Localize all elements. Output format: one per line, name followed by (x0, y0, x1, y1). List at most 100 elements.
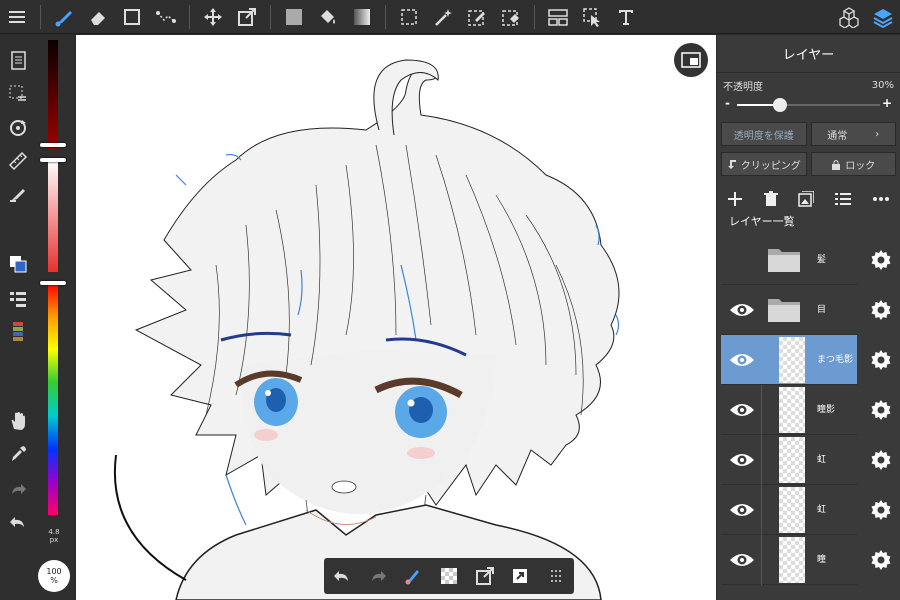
redo-icon[interactable] (4, 475, 32, 503)
brush-tool-icon[interactable] (401, 564, 425, 588)
transparent-color-icon[interactable] (437, 564, 461, 588)
layer-list-icon[interactable] (835, 192, 852, 206)
eye-icon[interactable] (729, 350, 755, 370)
lock-label: ロック (845, 160, 876, 172)
magic-wand-icon[interactable] (426, 0, 460, 34)
opacity-value: 30% (871, 79, 894, 91)
brush-opacity-circle[interactable]: 100 % (38, 560, 70, 592)
chevron-right-icon: › (875, 128, 880, 140)
operation-tool-icon[interactable] (575, 0, 609, 34)
gear-icon[interactable] (869, 348, 893, 372)
opacity-increase-button[interactable]: + (882, 96, 892, 110)
gear-icon[interactable] (869, 398, 893, 422)
brush-settings-icon[interactable] (4, 180, 32, 208)
more-options-icon[interactable] (872, 196, 890, 202)
opacity-decrease-button[interactable]: - (725, 96, 730, 110)
clip-indicator (761, 535, 762, 585)
layer-item-selected[interactable]: まつ毛影 (721, 335, 896, 385)
protect-alpha-button[interactable]: 透明度を保護 (721, 122, 807, 146)
bucket-tool-icon[interactable] (311, 0, 345, 34)
gear-icon[interactable] (869, 298, 893, 322)
layer-thumbnail (779, 437, 805, 483)
opacity-knob[interactable] (772, 98, 787, 112)
layer-item[interactable]: 瞳影 (721, 385, 896, 435)
lock-button[interactable]: ロック (810, 152, 896, 176)
eraser-tool-icon[interactable] (81, 0, 115, 34)
menu-icon[interactable] (0, 0, 34, 34)
fullscreen-icon[interactable] (508, 564, 532, 588)
layer-item[interactable]: 目 (721, 285, 896, 335)
ruler-icon[interactable] (4, 147, 32, 175)
select-tool-icon[interactable] (392, 0, 426, 34)
undo-icon[interactable] (330, 564, 354, 588)
add-layer-icon[interactable] (727, 191, 743, 207)
saturation-bar[interactable] (48, 160, 58, 272)
layer-name: 瞳影 (817, 404, 836, 415)
grip-handle-icon[interactable] (544, 564, 568, 588)
layer-item[interactable]: 髪 (721, 235, 896, 285)
fill-color-icon[interactable] (277, 0, 311, 34)
layer-mode-row: 透明度を保護 通常 › (717, 122, 900, 146)
layer-name: まつ毛影 (817, 354, 854, 365)
select-eraser-icon[interactable] (494, 0, 528, 34)
layer-list-title: レイヤー一覧 (729, 215, 795, 228)
delete-layer-icon[interactable] (763, 191, 778, 207)
saturation-handle[interactable] (40, 158, 66, 162)
hue-bar[interactable] (48, 283, 58, 515)
eye-icon[interactable] (729, 450, 755, 470)
dot-tool-icon[interactable] (149, 0, 183, 34)
gear-icon[interactable] (869, 248, 893, 272)
eye-icon[interactable] (729, 500, 755, 520)
transform-tool-icon[interactable] (230, 0, 264, 34)
hand-tool-icon[interactable] (4, 407, 32, 435)
palette-icon[interactable] (4, 318, 32, 346)
rotate-view-icon[interactable] (4, 114, 32, 142)
opacity-slider[interactable]: - + (723, 94, 894, 116)
materials-icon[interactable] (832, 0, 866, 34)
top-toolbar (0, 0, 900, 34)
clip-lock-row: クリッピング ロック (717, 152, 900, 176)
undo-icon[interactable] (4, 508, 32, 536)
pages-icon[interactable] (4, 47, 32, 75)
layers-icon[interactable] (866, 0, 900, 34)
layer-thumbnail (779, 487, 805, 533)
move-tool-icon[interactable] (196, 0, 230, 34)
gear-icon[interactable] (869, 448, 893, 472)
panel-layout-icon[interactable] (541, 0, 575, 34)
layer-name: 瞳 (817, 554, 827, 565)
layer-image-icon[interactable] (798, 191, 815, 207)
blend-mode-label: 通常 (827, 130, 848, 142)
gradient-tool-icon[interactable] (345, 0, 379, 34)
toolbar-divider (534, 4, 535, 29)
navigator-button[interactable] (674, 43, 708, 77)
clip-indicator (761, 485, 762, 535)
layer-item[interactable]: 瞳 (721, 535, 896, 585)
brightness-bar[interactable] (48, 40, 58, 150)
eye-icon[interactable] (729, 300, 755, 320)
eye-icon[interactable] (729, 550, 755, 570)
gear-icon[interactable] (869, 498, 893, 522)
eye-icon[interactable] (729, 400, 755, 420)
opacity-row: 不透明度 30% (717, 76, 900, 94)
color-swap-icon[interactable] (4, 250, 32, 278)
brightness-handle[interactable] (40, 143, 66, 147)
clipping-button[interactable]: クリッピング (721, 152, 807, 176)
color-panel-icon[interactable] (4, 285, 32, 313)
shape-tool-icon[interactable] (115, 0, 149, 34)
select-pen-icon[interactable] (460, 0, 494, 34)
layer-item[interactable]: 虹 (721, 485, 896, 535)
selection-menu-icon[interactable] (4, 80, 32, 108)
eyedropper-icon[interactable] (4, 440, 32, 468)
layer-item[interactable]: 虹 (721, 435, 896, 485)
hue-handle[interactable] (40, 281, 66, 285)
text-tool-icon[interactable] (609, 0, 643, 34)
blend-mode-button[interactable]: 通常 › (810, 122, 896, 146)
toolbar-divider (189, 4, 190, 29)
brush-tool-icon[interactable] (47, 0, 81, 34)
transform-tool-icon[interactable] (473, 564, 497, 588)
toolbar-divider (385, 4, 386, 29)
gear-icon[interactable] (869, 548, 893, 572)
drawing-canvas[interactable] (76, 35, 716, 600)
redo-icon[interactable] (366, 564, 390, 588)
clipping-label: クリッピング (740, 160, 801, 172)
